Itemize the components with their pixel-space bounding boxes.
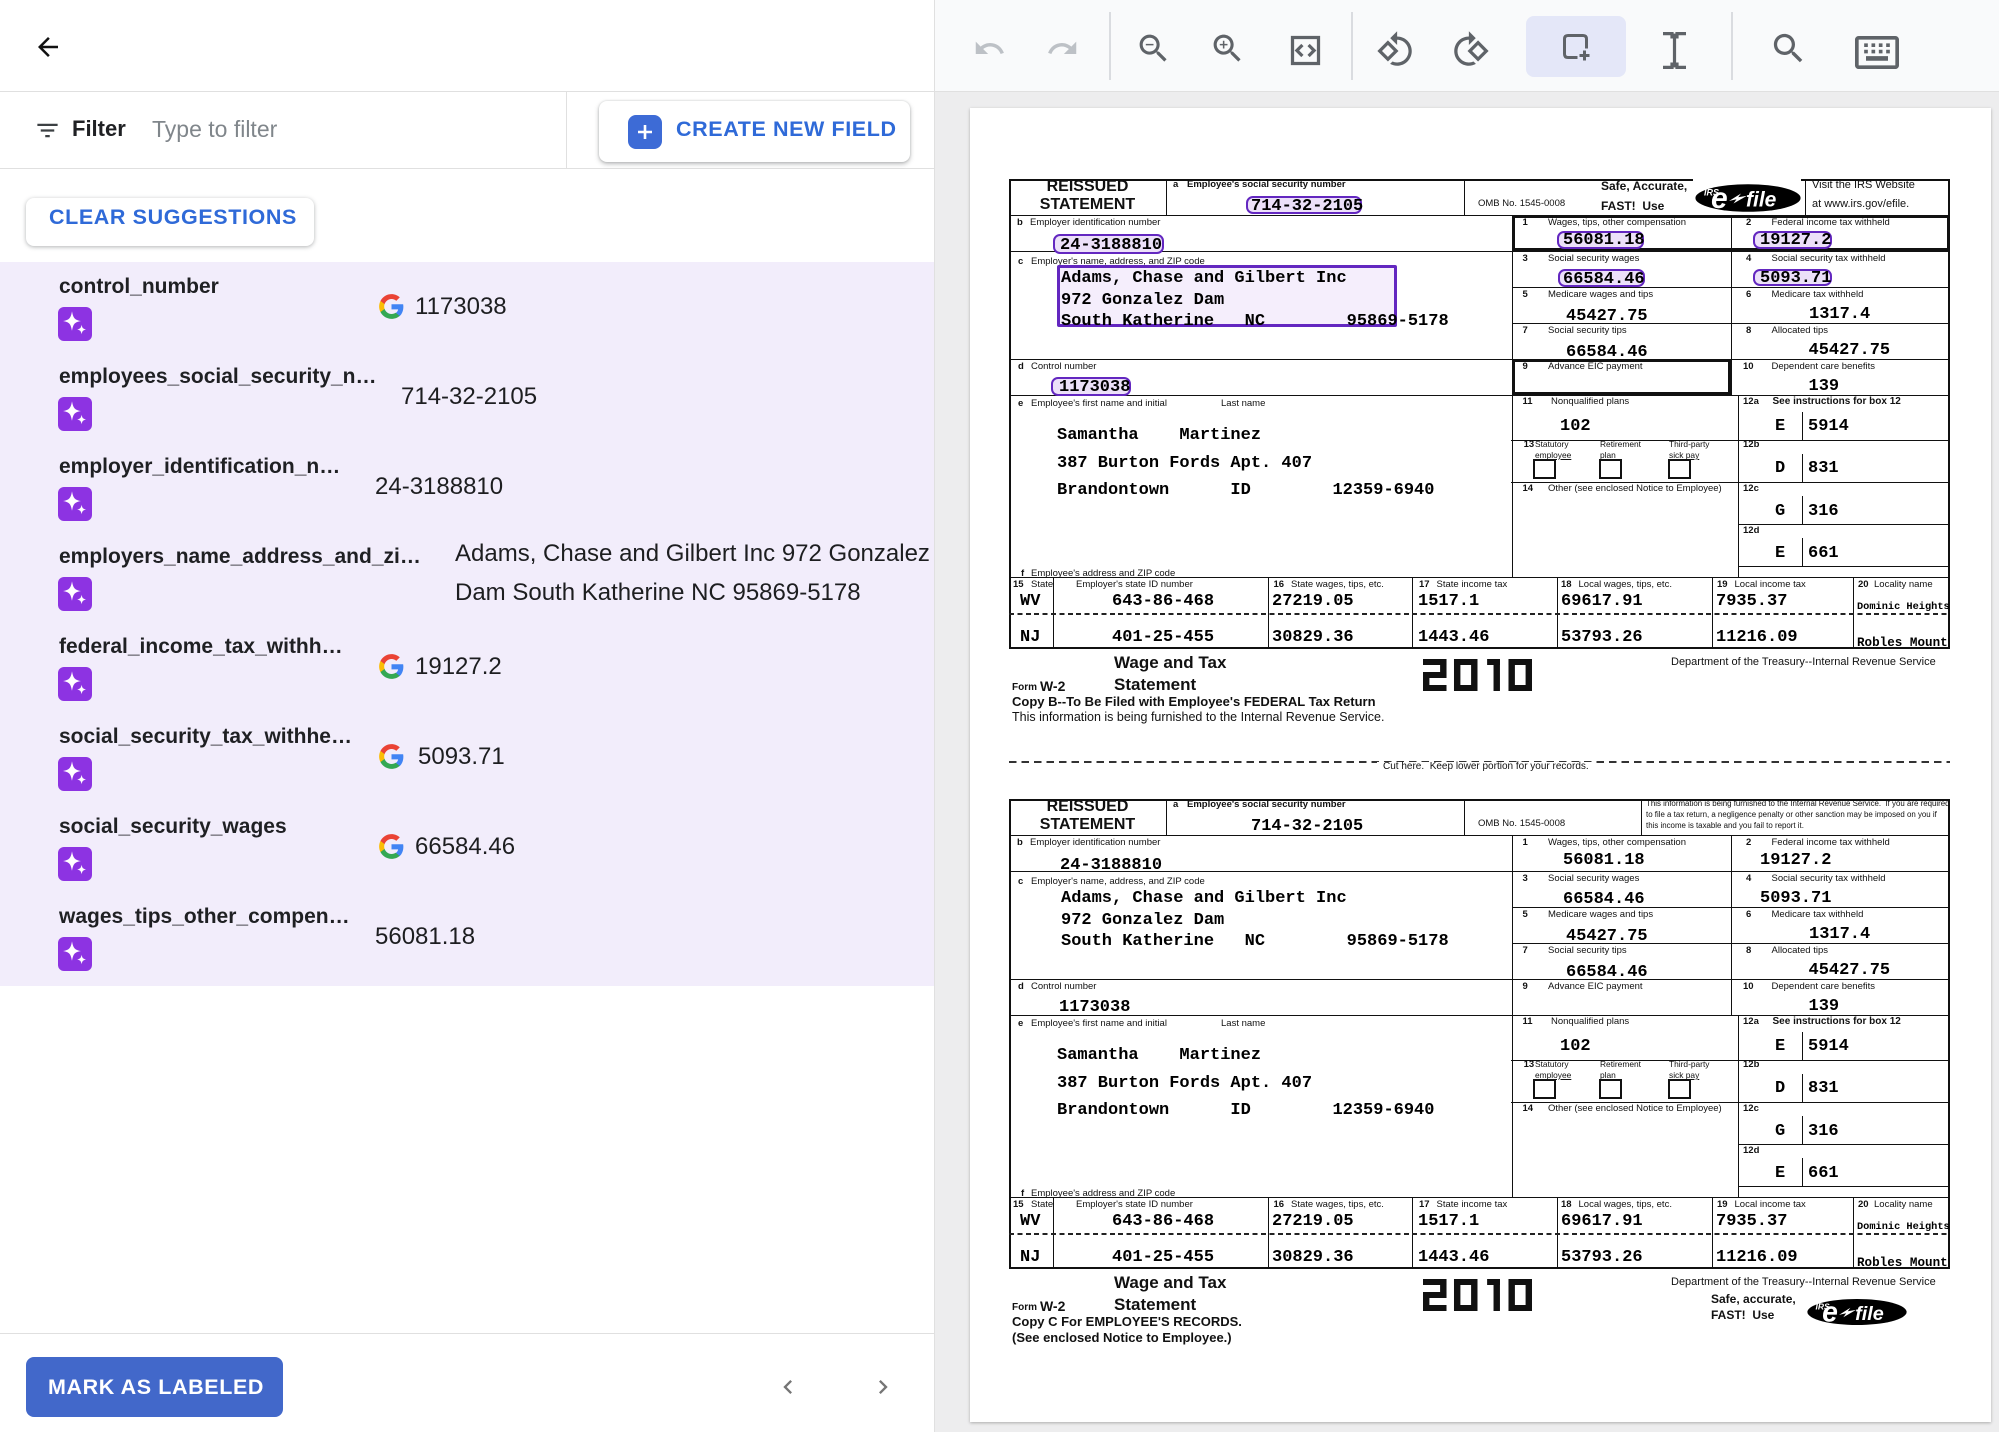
svg-text:file: file: [1746, 188, 1777, 211]
svg-text:e: e: [1822, 1298, 1838, 1326]
svg-text:e: e: [1711, 184, 1728, 212]
svg-text:file: file: [1855, 1303, 1884, 1325]
